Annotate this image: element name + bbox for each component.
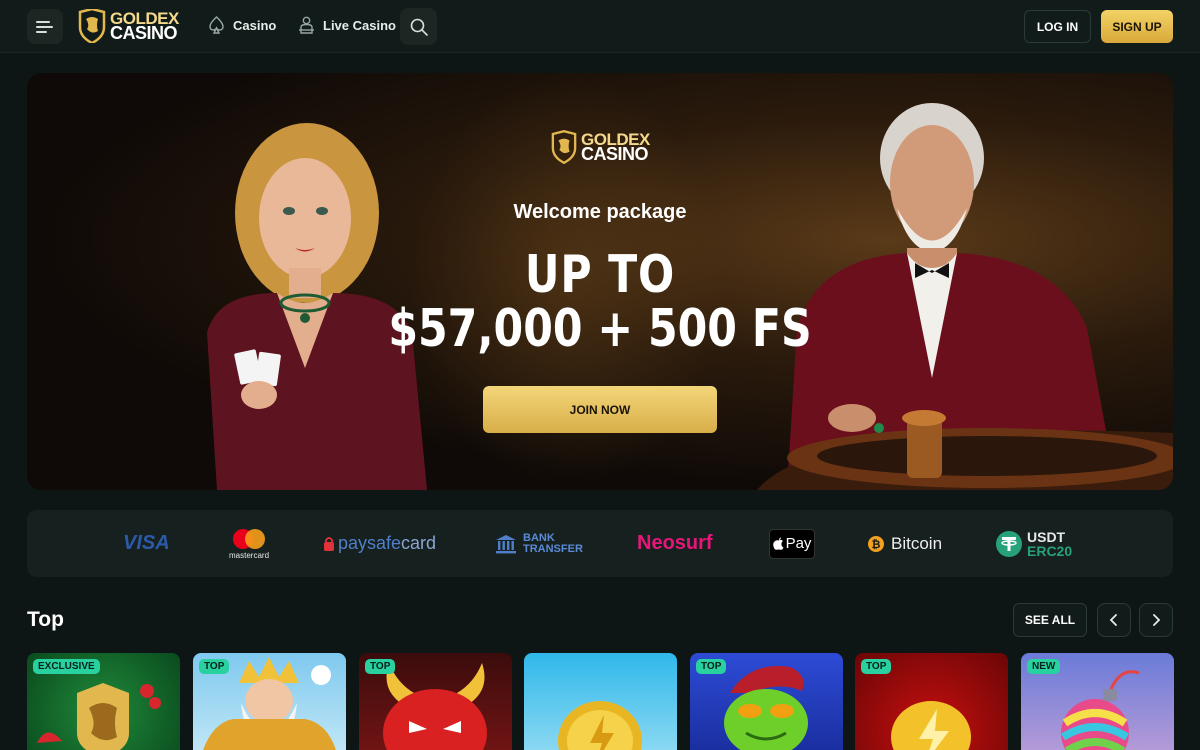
game-badge: TOP [199, 659, 230, 674]
apple-icon [772, 537, 784, 550]
carousel-prev-button[interactable] [1097, 603, 1131, 637]
neosurf-text: Neosurf [637, 532, 713, 554]
bank-icon [496, 534, 516, 553]
login-button[interactable]: LOG IN [1024, 10, 1091, 43]
game-tile-5[interactable]: TOP [690, 653, 843, 750]
nav-casino[interactable]: Casino [208, 16, 276, 34]
paysafe-text: paysafe [338, 533, 402, 553]
visa-logo: VISA [123, 510, 170, 577]
welcome-title: Welcome package [513, 201, 687, 223]
welcome-banner[interactable]: GOLDEX CASINO Welcome package UP TO $57,… [27, 73, 1173, 490]
game-badge: EXCLUSIVE [33, 659, 100, 674]
mastercard-logo: mastercard [229, 510, 269, 577]
neosurf-logo: Neosurf [637, 510, 713, 577]
game-badge: TOP [861, 659, 892, 674]
banner-logo: GOLDEX CASINO [551, 130, 650, 164]
game-art-gold-coin [558, 701, 642, 750]
banner-logo-casino: CASINO [581, 144, 649, 164]
bitcoin-icon: ₿ [868, 535, 884, 552]
usdt-logo: USDT ERC20 [995, 510, 1072, 577]
lion-shield-icon [551, 130, 577, 164]
transfer-text: TRANSFER [523, 542, 583, 555]
game-badge: NEW [1027, 659, 1061, 674]
chevron-left-icon [1109, 614, 1117, 626]
game-tile-4[interactable] [524, 653, 677, 750]
game-tile-7[interactable]: NEW [1021, 653, 1174, 750]
erc20-text: ERC20 [1027, 542, 1073, 559]
search-icon [410, 18, 428, 36]
payment-methods-strip: VISA mastercard paysafe card BANK TRANSFE… [27, 510, 1173, 577]
site-logo[interactable]: GOLDEX CASINO [78, 9, 179, 43]
usdt-text: USDT [1027, 528, 1066, 545]
apple-pay-text: Pay [785, 535, 812, 552]
apple-pay-logo: Pay [769, 510, 815, 577]
top-section-title: Top [27, 608, 64, 631]
bitcoin-text: Bitcoin [891, 533, 943, 553]
bonus-headline-top: UP TO [524, 245, 676, 305]
join-now-button[interactable]: JOIN NOW [483, 386, 717, 433]
game-badge: TOP [696, 659, 727, 674]
game-tile-3[interactable]: TOP [359, 653, 512, 750]
logo-text-casino: CASINO [110, 23, 178, 43]
svg-text:₿: ₿ [872, 538, 881, 551]
dealer-icon [299, 16, 314, 34]
bank-text: BANK [523, 531, 555, 544]
nav-live-casino-label: Live Casino [323, 17, 396, 33]
paysafecard-logo: paysafe card [323, 510, 436, 577]
game-tile-6[interactable]: TOP [855, 653, 1008, 750]
spade-icon [209, 16, 224, 34]
chevron-right-icon [1153, 614, 1161, 626]
see-all-button[interactable]: SEE ALL [1013, 603, 1087, 637]
carousel-next-button[interactable] [1139, 603, 1173, 637]
lion-shield-icon [78, 9, 106, 43]
bank-transfer-logo: BANK TRANSFER [495, 510, 583, 577]
signup-button[interactable]: SIGN UP [1101, 10, 1173, 43]
bonus-headline-amount: $57,000 + 500 FS [388, 299, 812, 359]
game-badge: TOP [365, 659, 396, 674]
bitcoin-logo: ₿ Bitcoin [867, 510, 942, 577]
game-tile-2[interactable]: TOP [193, 653, 346, 750]
nav-live-casino[interactable]: Live Casino [298, 16, 396, 34]
hamburger-icon [36, 20, 53, 33]
search-button[interactable] [400, 8, 437, 45]
tether-icon [996, 530, 1022, 557]
game-tile-1[interactable]: EXCLUSIVE [27, 653, 180, 750]
lock-icon [324, 536, 334, 551]
mastercard-circles-icon [233, 528, 265, 549]
menu-button[interactable] [27, 9, 63, 44]
nav-casino-label: Casino [233, 17, 277, 33]
mastercard-text: mastercard [229, 550, 270, 560]
visa-text: VISA [123, 532, 170, 554]
top-header: GOLDEX CASINO Casino Live Casino LOG IN … [0, 0, 1200, 53]
card-text: card [401, 533, 437, 553]
